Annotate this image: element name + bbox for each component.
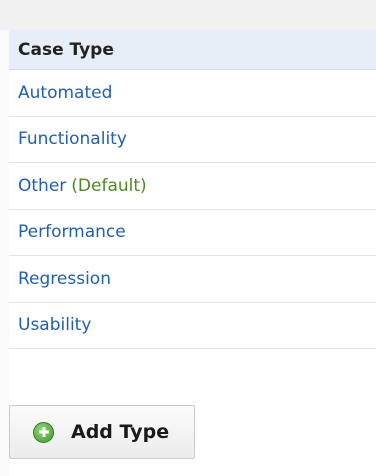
case-type-label[interactable]: Regression: [18, 269, 111, 289]
case-type-row[interactable]: Automated: [9, 70, 376, 117]
case-type-row[interactable]: Usability: [9, 303, 376, 349]
case-types-page: Case Type Automated Functionality Other …: [0, 0, 376, 476]
case-type-label[interactable]: Automated: [18, 83, 112, 103]
case-type-label[interactable]: Functionality: [18, 129, 127, 149]
top-strip: [0, 0, 376, 30]
case-type-row[interactable]: Functionality: [9, 117, 376, 163]
column-header-case-type: Case Type: [18, 39, 114, 60]
table-header: Case Type: [9, 30, 376, 70]
case-type-row[interactable]: Other (Default): [9, 163, 376, 210]
case-type-row[interactable]: Regression: [9, 256, 376, 303]
case-type-label[interactable]: Other: [18, 176, 66, 196]
case-types-panel: Case Type Automated Functionality Other …: [9, 30, 376, 476]
plus-circle-icon: [33, 421, 54, 443]
case-type-label[interactable]: Performance: [18, 222, 126, 242]
add-type-label: Add Type: [71, 421, 170, 443]
case-type-label[interactable]: Usability: [18, 315, 91, 335]
case-type-list: Automated Functionality Other (Default) …: [9, 70, 376, 349]
case-type-row[interactable]: Performance: [9, 210, 376, 256]
default-badge: (Default): [71, 175, 147, 196]
actions-footer: Add Type: [9, 399, 376, 476]
add-type-button[interactable]: Add Type: [9, 405, 195, 459]
